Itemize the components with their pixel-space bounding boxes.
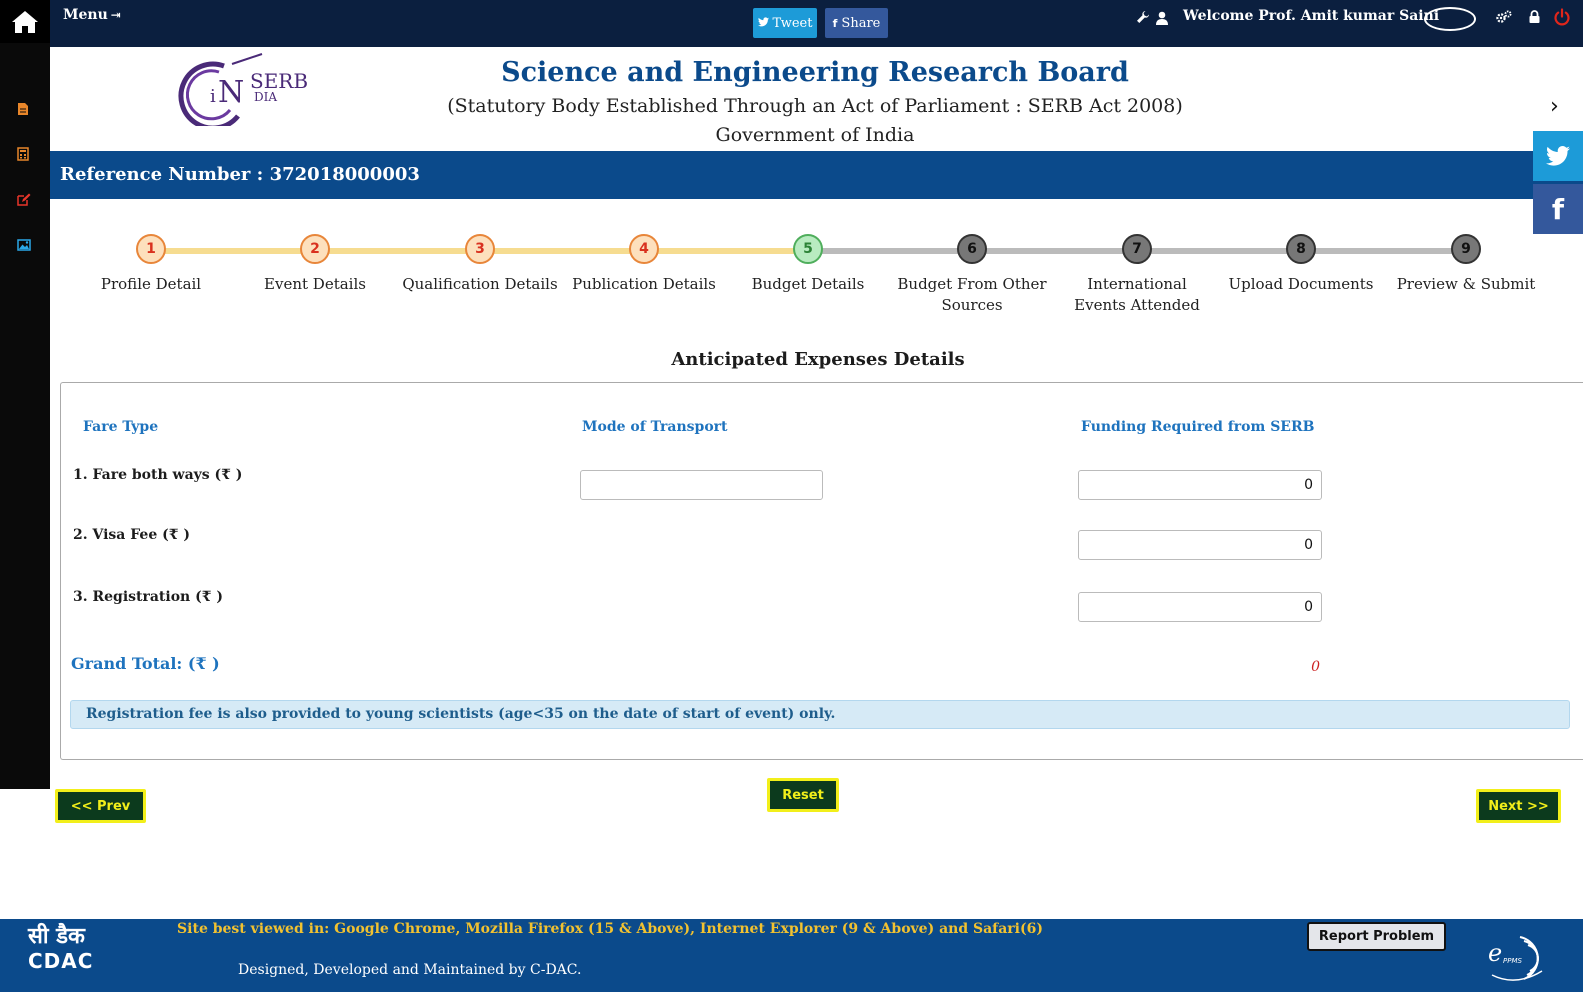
menu-label: Menu bbox=[63, 7, 108, 23]
browser-support-text: Site best viewed in: Google Chrome, Mozi… bbox=[177, 921, 1043, 937]
fare-type-header: Fare Type bbox=[83, 419, 159, 435]
power-icon[interactable] bbox=[1554, 8, 1570, 26]
gears-icon[interactable] bbox=[1496, 10, 1512, 24]
progress-stepper: 1 Profile Detail 2 Event Details 3 Quali… bbox=[50, 230, 1583, 330]
step-number: 7 bbox=[1122, 234, 1152, 264]
step-label: Event Details bbox=[264, 275, 366, 293]
step-label: Upload Documents bbox=[1228, 275, 1374, 293]
step-number: 2 bbox=[300, 234, 330, 264]
reference-number: Reference Number : 372018000003 bbox=[60, 164, 420, 185]
document-icon[interactable] bbox=[17, 102, 29, 116]
step-label: Qualification Details bbox=[402, 275, 558, 293]
step-number: 9 bbox=[1451, 234, 1481, 264]
top-navbar: Menu ⇥ Tweet f Share Welcome Prof. Amit ku… bbox=[0, 0, 1583, 47]
tweet-label: Tweet bbox=[772, 15, 813, 31]
visa-fee-label: 2. Visa Fee (₹ ) bbox=[73, 527, 190, 543]
tweet-button[interactable]: Tweet bbox=[753, 8, 817, 38]
registration-label: 3. Registration (₹ ) bbox=[73, 589, 223, 605]
home-button[interactable] bbox=[0, 0, 50, 43]
eppms-logo[interactable]: e PPMS bbox=[1486, 931, 1548, 983]
fare-funding-input[interactable] bbox=[1078, 470, 1322, 500]
grand-total-label: Grand Total: (₹ ) bbox=[71, 654, 220, 673]
step-label: Profile Detail bbox=[100, 275, 202, 293]
step-label: Publication Details bbox=[572, 275, 716, 293]
step-9[interactable]: 9 Preview & Submit bbox=[1381, 230, 1551, 295]
report-problem-button[interactable]: Report Problem bbox=[1307, 922, 1446, 951]
step-label: Preview & Submit bbox=[1396, 275, 1536, 293]
step-7[interactable]: 7 International Events Attended bbox=[1062, 230, 1212, 316]
mode-of-transport-header: Mode of Transport bbox=[582, 419, 728, 435]
step-1[interactable]: 1 Profile Detail bbox=[66, 230, 236, 295]
inserb-logo[interactable]: i N SERB DIA bbox=[172, 52, 312, 131]
step-5[interactable]: 5 Budget Details bbox=[723, 230, 893, 295]
step-label: International Events Attended bbox=[1074, 275, 1200, 314]
share-label: Share bbox=[841, 15, 881, 31]
user-icon[interactable] bbox=[1156, 11, 1168, 25]
step-number: 1 bbox=[136, 234, 166, 264]
svg-text:e: e bbox=[1488, 939, 1502, 967]
fare-both-ways-label: 1. Fare both ways (₹ ) bbox=[73, 467, 243, 483]
image-icon[interactable] bbox=[17, 239, 31, 251]
welcome-text: Welcome Prof. Amit kumar Saini bbox=[1183, 8, 1440, 24]
next-button[interactable]: Next >> bbox=[1476, 789, 1561, 823]
step-number: 3 bbox=[465, 234, 495, 264]
step-number: 4 bbox=[629, 234, 659, 264]
menu-toggle[interactable]: Menu ⇥ bbox=[63, 7, 121, 23]
left-sidebar bbox=[0, 43, 50, 789]
cdac-logo[interactable]: सी डैक CDAC bbox=[28, 924, 108, 980]
profile-toggle[interactable] bbox=[1424, 7, 1476, 31]
facebook-icon: f bbox=[832, 16, 838, 30]
share-button[interactable]: f Share bbox=[825, 8, 888, 38]
lock-icon[interactable] bbox=[1529, 10, 1540, 23]
home-icon bbox=[12, 10, 38, 33]
site-title: Science and Engineering Research Board bbox=[501, 57, 1129, 88]
footer: सी डैक CDAC Site best viewed in: Google … bbox=[0, 919, 1583, 992]
cdac-hindi-text: सी डैक bbox=[28, 924, 85, 949]
mode-of-transport-input[interactable] bbox=[580, 470, 823, 500]
section-title: Anticipated Expenses Details bbox=[671, 349, 965, 370]
cdac-english-text: CDAC bbox=[28, 949, 94, 973]
step-6[interactable]: 6 Budget From Other Sources bbox=[897, 230, 1047, 316]
sign-in-icon: ⇥ bbox=[110, 8, 121, 22]
float-facebook-button[interactable]: f bbox=[1533, 184, 1583, 234]
svg-text:PPMS: PPMS bbox=[1503, 957, 1522, 965]
reference-bar: Reference Number : 372018000003 bbox=[50, 151, 1583, 199]
facebook-icon: f bbox=[1551, 192, 1565, 226]
step-label: Budget From Other Sources bbox=[897, 275, 1047, 314]
svg-text:N: N bbox=[218, 75, 244, 110]
site-subtitle: (Statutory Body Established Through an A… bbox=[447, 95, 1183, 117]
twitter-icon bbox=[757, 16, 769, 30]
step-2[interactable]: 2 Event Details bbox=[230, 230, 400, 295]
svg-text:i: i bbox=[210, 86, 216, 107]
float-twitter-button[interactable] bbox=[1533, 131, 1583, 181]
twitter-icon bbox=[1546, 146, 1570, 166]
chevron-right-icon[interactable]: › bbox=[1550, 94, 1559, 119]
funding-header: Funding Required from SERB bbox=[1081, 419, 1315, 435]
step-number: 8 bbox=[1286, 234, 1316, 264]
prev-button[interactable]: << Prev bbox=[55, 789, 146, 823]
registration-funding-input[interactable] bbox=[1078, 592, 1322, 622]
step-3[interactable]: 3 Qualification Details bbox=[395, 230, 565, 295]
designed-by-text: Designed, Developed and Maintained by C-… bbox=[238, 962, 582, 978]
calculator-icon[interactable] bbox=[17, 147, 29, 161]
wrench-icon[interactable] bbox=[1136, 10, 1150, 24]
registration-note: Registration fee is also provided to you… bbox=[70, 700, 1570, 729]
step-4[interactable]: 4 Publication Details bbox=[559, 230, 729, 295]
edit-icon[interactable] bbox=[17, 193, 31, 206]
reset-button[interactable]: Reset bbox=[767, 778, 839, 812]
site-government: Government of India bbox=[715, 124, 915, 146]
step-label: Budget Details bbox=[751, 275, 865, 293]
step-number: 6 bbox=[957, 234, 987, 264]
visa-fee-funding-input[interactable] bbox=[1078, 530, 1322, 560]
step-8[interactable]: 8 Upload Documents bbox=[1216, 230, 1386, 295]
step-number: 5 bbox=[793, 234, 823, 264]
svg-text:DIA: DIA bbox=[254, 90, 277, 104]
grand-total-value: 0 bbox=[1311, 659, 1320, 675]
